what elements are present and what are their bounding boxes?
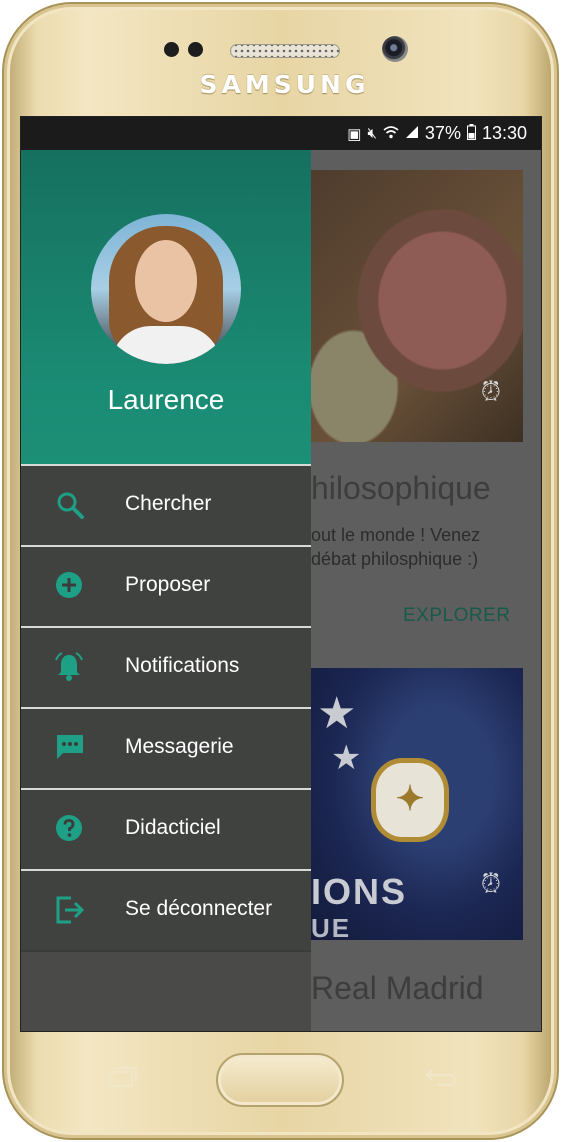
battery-icon [466, 123, 476, 144]
sensor-dot [164, 42, 179, 57]
drawer-menu: Chercher Proposer Notifications Messager… [21, 464, 311, 950]
signal-icon [405, 125, 419, 143]
star-icon: ★ [317, 689, 357, 738]
avatar[interactable] [91, 214, 241, 364]
alarm-icon[interactable]: ⏰︎ [481, 376, 501, 408]
menu-item-label: Messagerie [125, 735, 234, 758]
menu-item-search[interactable]: Chercher [21, 464, 311, 545]
menu-item-label: Chercher [125, 492, 212, 515]
menu-item-logout[interactable]: Se déconnecter [21, 869, 311, 950]
event-description-line: débat philosphique :) [311, 549, 479, 569]
drawer-header: Laurence [21, 150, 311, 464]
sensor-dot [188, 42, 203, 57]
bell-icon [55, 652, 87, 684]
brand-logo: SAMSUNG [199, 70, 370, 99]
battery-percent: 37% [424, 123, 461, 143]
logout-icon [55, 895, 87, 927]
front-camera [382, 36, 408, 62]
earpiece [230, 44, 340, 58]
menu-item-label: Notifications [125, 654, 240, 677]
wifi-icon [383, 125, 399, 143]
banner-text: UE [311, 913, 352, 943]
mute-icon: 🔇︎ [367, 125, 377, 142]
alarm-icon[interactable]: ⏰︎ [481, 868, 501, 900]
star-icon: ★ [331, 739, 362, 777]
event-description: out le monde ! Venez débat philosphique … [311, 523, 480, 571]
menu-item-tutorial[interactable]: Didacticiel [21, 788, 311, 869]
event-image[interactable]: ★ ★ ✦ ⏰︎ IONS UE [311, 668, 523, 943]
event-title: hilosophique [311, 470, 491, 506]
menu-item-notifications[interactable]: Notifications [21, 626, 311, 707]
menu-item-label: Didacticiel [125, 816, 221, 839]
menu-item-propose[interactable]: Proposer [21, 545, 311, 626]
drawer-background [21, 952, 311, 1031]
add-circle-icon [55, 571, 87, 603]
status-bar: ▣ 🔇︎ 37% 13:30 [21, 117, 541, 150]
club-crest: ✦ [371, 758, 449, 842]
explore-button[interactable]: EXPLORER [403, 605, 510, 627]
event-description-line: out le monde ! Venez [311, 525, 481, 545]
menu-item-label: Se déconnecter [125, 897, 273, 920]
event-image[interactable]: ⏰︎ [311, 170, 523, 442]
navigation-drawer: Laurence Chercher Proposer Notifications [21, 150, 311, 1031]
status-time: 13:30 [481, 123, 527, 143]
chat-icon [55, 733, 87, 765]
back-key[interactable] [424, 1064, 458, 1095]
menu-item-label: Proposer [125, 573, 211, 596]
recent-apps-key[interactable] [108, 1066, 138, 1088]
username: Laurence [107, 384, 225, 415]
home-button[interactable] [216, 1053, 344, 1107]
battery-saver-icon: ▣ [347, 125, 362, 143]
event-title: Real Madrid [311, 970, 484, 1006]
banner-text: IONS [311, 871, 408, 912]
help-icon [55, 814, 87, 846]
screen: ▣ 🔇︎ 37% 13:30 ⏰︎ hilosophique out le mo… [20, 116, 542, 1032]
search-icon [55, 490, 87, 522]
menu-item-messages[interactable]: Messagerie [21, 707, 311, 788]
